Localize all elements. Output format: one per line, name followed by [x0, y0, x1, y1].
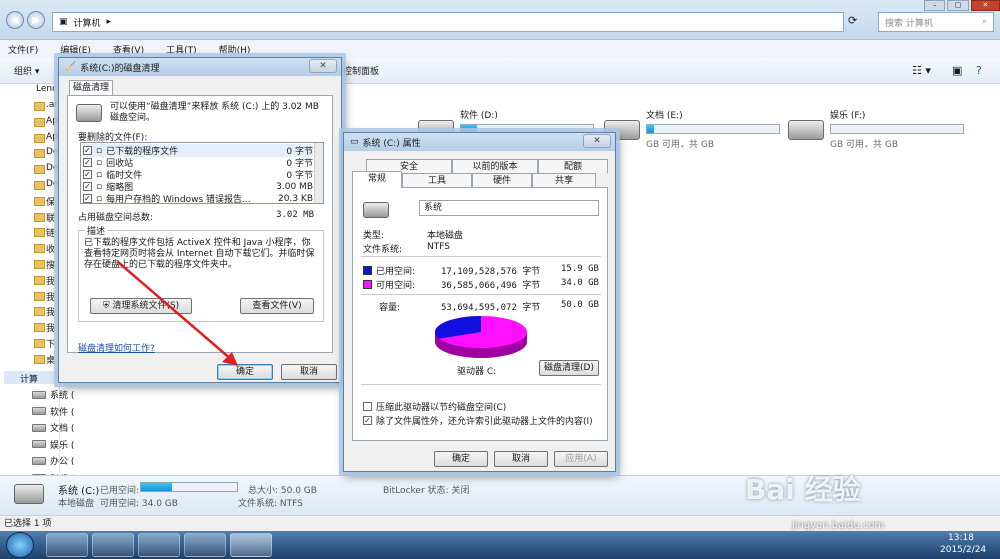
- compress-option[interactable]: 压缩此驱动器以节约磁盘空间(C): [363, 400, 506, 413]
- used-bytes: 17,109,528,576 字节: [441, 267, 541, 277]
- compress-label: 压缩此驱动器以节约磁盘空间(C): [376, 403, 507, 413]
- capacity-gb: 50.0 GB: [561, 300, 599, 310]
- compress-checkbox[interactable]: [363, 402, 372, 411]
- disk-cleanup-button[interactable]: 磁盘清理(D): [539, 360, 599, 376]
- usage-pie-chart: [435, 316, 527, 358]
- free-label: 可用空间:: [376, 281, 416, 291]
- drive-letter-label: 驱动器 C:: [457, 367, 497, 377]
- index-label: 除了文件属性外，还允许索引此驱动器上文件的内容(I): [376, 417, 593, 427]
- fs-label: 文件系统:: [363, 245, 403, 255]
- drive-name-input[interactable]: 系统: [419, 200, 599, 216]
- capacity-bytes: 53,694,595,072 字节: [441, 303, 541, 313]
- type-value: 本地磁盘: [427, 231, 464, 241]
- capacity-label: 容量:: [379, 303, 401, 313]
- free-space-row: 可用空间:: [363, 278, 415, 291]
- hard-drive-icon: [363, 202, 389, 218]
- tab-row1-2[interactable]: 配额: [538, 159, 608, 173]
- tab-row2-2[interactable]: 硬件: [472, 173, 532, 187]
- tab-row1-1[interactable]: 以前的版本: [452, 159, 538, 173]
- properties-dialog: ▭ 系统 (C:) 属性 ✕ 系统 类型: 本地磁盘 文件系统: NTFS 已用…: [343, 132, 616, 472]
- free-bytes: 36,585,066,496 字节: [441, 281, 541, 291]
- free-gb: 34.0 GB: [561, 278, 599, 288]
- index-checkbox[interactable]: ✓: [363, 416, 372, 425]
- tab-row2-3[interactable]: 共享: [532, 173, 596, 187]
- drive-icon: ▭: [350, 137, 359, 147]
- free-color-swatch: [363, 280, 372, 289]
- properties-title: 系统 (C:) 属性: [362, 138, 421, 149]
- tab-row2-1[interactable]: 工具: [402, 173, 472, 187]
- tab-row2-0[interactable]: 常规: [352, 171, 402, 188]
- used-label: 已用空间:: [376, 267, 416, 277]
- properties-apply-button[interactable]: 应用(A): [554, 451, 608, 467]
- used-space-row: 已用空间:: [363, 264, 415, 277]
- fs-value: NTFS: [427, 242, 450, 252]
- used-gb: 15.9 GB: [561, 264, 599, 274]
- properties-ok-button[interactable]: 确定: [434, 451, 488, 467]
- general-panel: 系统 类型: 本地磁盘 文件系统: NTFS 已用空间: 17,109,528,…: [352, 187, 608, 441]
- used-color-swatch: [363, 266, 372, 275]
- properties-close-button[interactable]: ✕: [583, 134, 611, 148]
- properties-cancel-button[interactable]: 取消: [494, 451, 548, 467]
- index-option[interactable]: ✓ 除了文件属性外，还允许索引此驱动器上文件的内容(I): [363, 414, 593, 427]
- type-label: 类型:: [363, 231, 385, 241]
- properties-titlebar: ▭ 系统 (C:) 属性 ✕: [344, 133, 615, 151]
